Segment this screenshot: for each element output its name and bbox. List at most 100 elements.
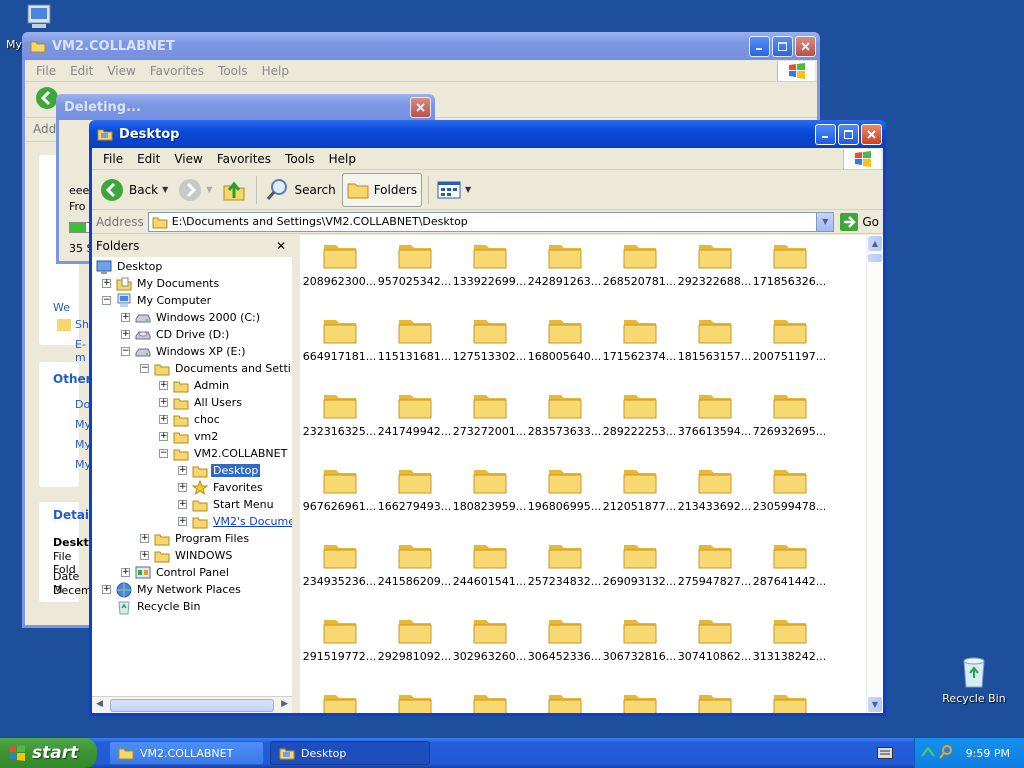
file-item[interactable]: 313138242... [752,610,827,663]
scroll-down-icon[interactable]: ▼ [867,696,883,713]
menu-edit[interactable]: Edit [130,150,167,168]
file-item[interactable]: 180823959... [452,460,527,513]
file-item[interactable]: 208962300... [302,235,377,288]
file-item[interactable]: 292322688... [677,235,752,288]
file-item[interactable]: 275947827... [677,535,752,588]
file-item[interactable]: 181563157... [677,310,752,363]
chevron-down-icon[interactable]: ▼ [162,185,168,194]
expand-toggle[interactable]: + [178,500,187,509]
tree-node[interactable]: − VM2.COLLABNET [159,445,289,462]
titlebar[interactable]: Deleting... [56,94,435,120]
expand-toggle[interactable]: + [140,534,149,543]
file-item[interactable]: 241586209... [377,535,452,588]
file-item[interactable]: 115131681... [377,310,452,363]
expand-toggle[interactable]: + [159,432,168,441]
menu-tools[interactable]: Tools [211,62,255,80]
tree-node[interactable]: Desktop [96,258,164,275]
close-button[interactable] [861,123,882,145]
expand-toggle[interactable]: + [178,466,187,475]
file-item[interactable]: 213433692... [677,460,752,513]
search-tray-icon[interactable] [938,744,954,763]
network-tray-icon[interactable] [920,744,936,763]
file-item[interactable]: 127513302... [452,310,527,363]
file-item[interactable]: 257234832... [527,535,602,588]
file-item[interactable]: 242891263... [527,235,602,288]
expand-toggle[interactable]: + [102,279,111,288]
file-item[interactable]: 302963260... [452,610,527,663]
close-icon[interactable]: ✕ [276,239,286,253]
file-item[interactable]: 268520781... [602,235,677,288]
close-button[interactable] [410,96,431,118]
folders-button[interactable]: Folders [341,172,423,207]
file-item[interactable]: 726932695... [752,385,827,438]
forward-button[interactable]: ▼ [174,173,216,207]
scroll-left-icon[interactable]: ◀ [96,699,103,709]
file-item[interactable]: 232316325... [302,385,377,438]
tree-node[interactable]: + VM2's Documents [178,513,292,530]
file-item[interactable] [602,685,677,713]
expand-toggle[interactable]: + [121,313,130,322]
titlebar[interactable]: VM2.COLLABNET [22,32,820,60]
file-item[interactable]: 283573633... [527,385,602,438]
back-button[interactable]: Back ▼ [96,173,172,207]
menu-view[interactable]: View [167,150,209,168]
tree-node[interactable]: + All Users [159,394,244,411]
chevron-down-icon[interactable]: ▼ [816,212,834,231]
scroll-right-icon[interactable]: ▶ [281,699,288,709]
menu-tools[interactable]: Tools [278,150,322,168]
maximize-button[interactable] [838,123,859,145]
start-button[interactable]: start [0,738,97,768]
file-item[interactable]: 287641442... [752,535,827,588]
close-button[interactable] [795,35,816,57]
file-item[interactable]: 171856326... [752,235,827,288]
menu-favorites[interactable]: Favorites [210,150,278,168]
file-item[interactable]: 166279493... [377,460,452,513]
expand-toggle[interactable]: + [140,551,149,560]
titlebar[interactable]: Desktop [89,120,886,148]
file-item[interactable]: 171562374... [602,310,677,363]
chevron-down-icon[interactable]: ▼ [465,185,471,194]
file-item[interactable]: 196806995... [527,460,602,513]
tree-node[interactable]: + vm2 [159,428,220,445]
menu-edit[interactable]: Edit [63,62,100,80]
tree-node[interactable]: + WINDOWS [140,547,234,564]
address-input[interactable]: E:\Documents and Settings\VM2.COLLABNET\… [147,211,835,232]
tree-node[interactable]: + Program Files [140,530,251,547]
file-item[interactable]: 234935236... [302,535,377,588]
tree-node[interactable]: − Windows XP (E:) [121,343,248,360]
file-item[interactable] [302,685,377,713]
expand-toggle[interactable]: + [159,398,168,407]
file-item[interactable]: 273272001... [452,385,527,438]
file-item[interactable] [752,685,827,713]
tree-node[interactable]: − My Computer [102,292,213,309]
tree-node[interactable]: − Documents and Settings [140,360,292,377]
expand-toggle[interactable]: + [159,381,168,390]
minimize-button[interactable] [749,35,770,57]
task-item[interactable]: We [53,301,70,314]
expand-toggle[interactable]: + [159,415,168,424]
file-item[interactable] [452,685,527,713]
file-item[interactable]: 200751197... [752,310,827,363]
tree-node[interactable]: + Admin [159,377,231,394]
file-item[interactable]: 307410862... [677,610,752,663]
file-item[interactable]: 269093132... [602,535,677,588]
scrollbar-thumb[interactable] [867,253,883,263]
vertical-scrollbar[interactable]: ▲ ▼ [866,235,883,713]
up-folder-button[interactable] [218,173,250,207]
file-item[interactable]: 664917181... [302,310,377,363]
file-item[interactable]: 306452336... [527,610,602,663]
minimize-button[interactable] [815,123,836,145]
tree-node[interactable]: + Windows 2000 (C:) [121,309,262,326]
maximize-button[interactable] [772,35,793,57]
file-item[interactable] [677,685,752,713]
menu-favorites[interactable]: Favorites [143,62,211,80]
tree-node[interactable]: + My Network Places [102,581,243,598]
file-item[interactable] [527,685,602,713]
task-vm2-collabnet[interactable]: VM2.COLLABNET [109,741,264,765]
tree-node[interactable]: + Control Panel [121,564,231,581]
file-item[interactable]: 168005640... [527,310,602,363]
file-item[interactable]: 957025342... [377,235,452,288]
file-item[interactable]: 212051877... [602,460,677,513]
expand-toggle[interactable]: − [159,449,168,458]
views-button[interactable]: ▼ [433,173,475,207]
